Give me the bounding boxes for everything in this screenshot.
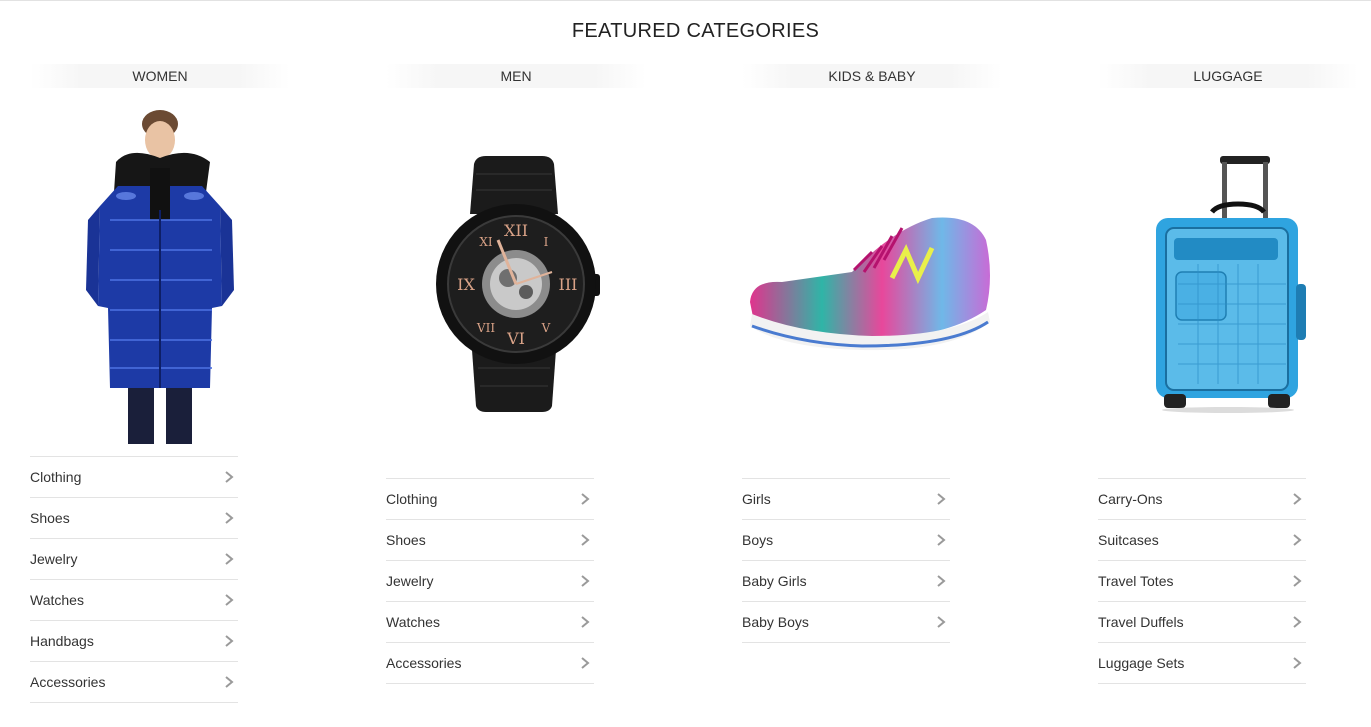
category-men: MEN XII VI IX III I XI V VII Clothing Shoes …: [386, 64, 646, 684]
category-heading[interactable]: MEN: [386, 64, 646, 88]
chevron-right-icon: [937, 493, 946, 505]
chevron-right-icon: [581, 657, 590, 669]
link-label: Jewelry: [386, 573, 434, 589]
chevron-right-icon: [937, 575, 946, 587]
list-item[interactable]: Watches: [386, 602, 594, 643]
chevron-right-icon: [1293, 534, 1302, 546]
suitcase-image[interactable]: [1098, 154, 1358, 414]
link-label: Travel Totes: [1098, 573, 1174, 589]
list-item[interactable]: Jewelry: [30, 539, 238, 580]
link-label: Travel Duffels: [1098, 614, 1184, 630]
svg-text:III: III: [559, 275, 578, 294]
chevron-right-icon: [937, 616, 946, 628]
list-item[interactable]: Baby Girls: [742, 561, 950, 602]
chevron-right-icon: [1293, 493, 1302, 505]
link-label: Accessories: [30, 674, 106, 690]
list-item[interactable]: Clothing: [386, 479, 594, 520]
list-item[interactable]: Shoes: [30, 498, 238, 539]
link-label: Baby Boys: [742, 614, 809, 630]
list-item[interactable]: Shoes: [386, 520, 594, 561]
sneaker-image[interactable]: [742, 210, 1002, 360]
chevron-right-icon: [581, 616, 590, 628]
list-item[interactable]: Accessories: [386, 643, 594, 684]
woman-coat-image[interactable]: [30, 110, 290, 444]
page-title: FEATURED CATEGORIES: [571, 20, 820, 42]
link-label: Watches: [386, 614, 440, 630]
category-heading[interactable]: KIDS & BABY: [742, 64, 1002, 88]
chevron-right-icon: [225, 512, 234, 524]
list-item[interactable]: Carry-Ons: [1098, 479, 1306, 520]
top-divider: [0, 0, 1371, 1]
list-item[interactable]: Luggage Sets: [1098, 643, 1306, 684]
link-label: Luggage Sets: [1098, 655, 1185, 671]
category-women: WOMEN Clothing Shoes Jewelry Watches Han…: [30, 64, 290, 703]
link-label: Jewelry: [30, 551, 78, 567]
list-item[interactable]: Travel Totes: [1098, 561, 1306, 602]
link-label: Watches: [30, 592, 84, 608]
men-link-list: Clothing Shoes Jewelry Watches Accessori…: [386, 478, 594, 684]
svg-text:V: V: [541, 321, 551, 335]
list-item[interactable]: Travel Duffels: [1098, 602, 1306, 643]
svg-text:IX: IX: [457, 275, 475, 294]
chevron-right-icon: [1293, 657, 1302, 669]
link-label: Baby Girls: [742, 573, 807, 589]
svg-text:VI: VI: [506, 329, 525, 348]
wristwatch-image[interactable]: XII VI IX III I XI V VII: [386, 154, 646, 414]
link-label: Accessories: [386, 655, 462, 671]
list-item[interactable]: Girls: [742, 479, 950, 520]
chevron-right-icon: [1293, 575, 1302, 587]
svg-text:XI: XI: [479, 235, 493, 249]
category-heading[interactable]: LUGGAGE: [1098, 64, 1358, 88]
women-link-list: Clothing Shoes Jewelry Watches Handbags …: [30, 456, 238, 703]
svg-text:VII: VII: [476, 321, 495, 335]
link-label: Girls: [742, 491, 771, 507]
chevron-right-icon: [225, 594, 234, 606]
list-item[interactable]: Clothing: [30, 457, 238, 498]
list-item[interactable]: Baby Boys: [742, 602, 950, 643]
chevron-right-icon: [225, 635, 234, 647]
link-label: Clothing: [386, 491, 438, 507]
chevron-right-icon: [1293, 616, 1302, 628]
link-label: Boys: [742, 532, 774, 548]
link-label: Handbags: [30, 633, 94, 649]
list-item[interactable]: Watches: [30, 580, 238, 621]
chevron-right-icon: [581, 534, 590, 546]
list-item[interactable]: Jewelry: [386, 561, 594, 602]
chevron-right-icon: [225, 553, 234, 565]
link-label: Shoes: [386, 532, 426, 548]
link-label: Carry-Ons: [1098, 491, 1163, 507]
link-label: Suitcases: [1098, 532, 1159, 548]
category-heading[interactable]: WOMEN: [30, 64, 290, 88]
svg-text:I: I: [544, 235, 549, 249]
kids-link-list: Girls Boys Baby Girls Baby Boys: [742, 478, 950, 643]
category-kids-baby: KIDS & BABY Girls Boys Baby Girls Baby B…: [742, 64, 1002, 643]
list-item[interactable]: Handbags: [30, 621, 238, 662]
chevron-right-icon: [581, 575, 590, 587]
svg-text:XII: XII: [504, 221, 528, 240]
list-item[interactable]: Boys: [742, 520, 950, 561]
list-item[interactable]: Suitcases: [1098, 520, 1306, 561]
chevron-right-icon: [937, 534, 946, 546]
link-label: Shoes: [30, 510, 70, 526]
link-label: Clothing: [30, 469, 82, 485]
chevron-right-icon: [225, 471, 234, 483]
list-item[interactable]: Accessories: [30, 662, 238, 703]
luggage-link-list: Carry-Ons Suitcases Travel Totes Travel …: [1098, 478, 1306, 684]
chevron-right-icon: [225, 676, 234, 688]
chevron-right-icon: [581, 493, 590, 505]
category-luggage: LUGGAGE Carry-Ons Suitcases Travel Totes…: [1098, 64, 1358, 684]
